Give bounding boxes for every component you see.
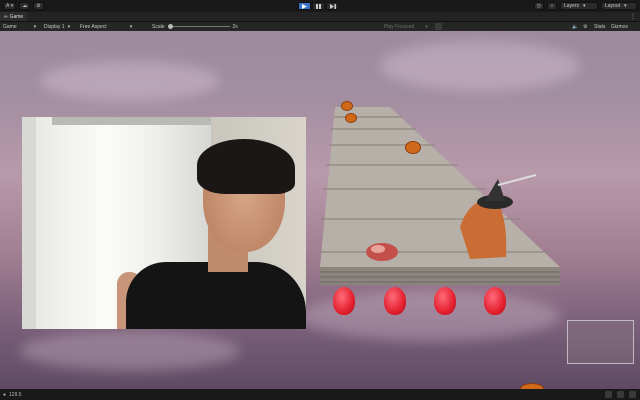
play-focus-label: Play Focused: [384, 23, 415, 30]
tab-game[interactable]: ∞ Game: [0, 12, 28, 21]
pumpkin: [341, 101, 353, 111]
person-shirt: [126, 262, 306, 329]
gizmos-button[interactable]: Gizmos: [611, 23, 628, 30]
more-icon[interactable]: ⋮: [630, 13, 636, 20]
settings-button[interactable]: ⚙: [583, 23, 587, 30]
scale-slider[interactable]: [167, 24, 230, 29]
scale-slider-handle[interactable]: [167, 24, 173, 29]
wooden-platform: [320, 107, 560, 285]
mode-dropdown[interactable]: Game ▾: [3, 23, 36, 30]
tab-game-label: Game: [9, 13, 24, 20]
heart-life: [434, 287, 456, 315]
frame-debugger-button[interactable]: [435, 23, 442, 30]
account-label: A: [6, 3, 10, 9]
step-icon: [329, 3, 336, 9]
scale-value: 2x: [232, 23, 238, 30]
pumpkin: [405, 141, 421, 154]
account-dropdown[interactable]: A ▾: [3, 2, 17, 10]
steak-fat: [371, 245, 385, 253]
chevron-down-icon: ▾: [129, 23, 133, 30]
services-button[interactable]: ⚙: [33, 2, 44, 10]
collab-icon[interactable]: [605, 391, 612, 398]
mode-label: Game: [3, 23, 17, 30]
game-toolbar: Game ▾ Display 1 ▾ Free Aspect ▾ Scale 2…: [0, 22, 640, 31]
play-focus-dropdown[interactable]: Play Focused ▾: [384, 23, 428, 30]
layout-dropdown[interactable]: Layout ▾: [601, 2, 637, 10]
status-bar: ● 129.5: [0, 389, 640, 400]
game-view[interactable]: [0, 31, 640, 389]
curtain-rail: [52, 117, 222, 125]
heart-life: [484, 287, 506, 315]
play-icon: [302, 3, 307, 9]
chevron-down-icon: ▾: [33, 23, 37, 30]
camera-preview: [567, 320, 634, 364]
heart-life: [384, 287, 406, 315]
cloud-icon: ☁: [22, 3, 28, 9]
playmode-controls: [298, 2, 339, 10]
fps-readout: 129.5: [9, 391, 22, 398]
display-label: Display 1: [44, 23, 65, 30]
person-hair: [197, 139, 295, 194]
frame-icon: [435, 23, 442, 30]
audio-icon: 🔈: [572, 23, 579, 30]
history-button[interactable]: ◷: [533, 2, 544, 10]
webcam-feed: [22, 117, 306, 329]
settings-icon: ⚙: [36, 3, 41, 9]
chevron-down-icon: ▾: [583, 3, 586, 9]
aspect-label: Free Aspect: [80, 23, 107, 30]
stats-label: Stats: [594, 23, 606, 30]
gizmos-label: Gizmos: [611, 23, 628, 30]
chevron-down-icon: ▾: [425, 23, 428, 30]
cloud: [40, 61, 220, 101]
audio-button[interactable]: 🔈: [572, 23, 578, 30]
history-icon: ◷: [536, 3, 541, 9]
search-button[interactable]: ⌕: [547, 2, 557, 10]
notifications-icon[interactable]: [629, 391, 636, 398]
search-icon: ⌕: [550, 3, 554, 9]
heart-life: [333, 287, 355, 315]
stats-button[interactable]: Stats: [594, 23, 605, 30]
platform-top: [320, 107, 560, 267]
chevron-down-icon: ▾: [624, 3, 627, 9]
cloud: [380, 41, 580, 91]
cloud-button[interactable]: ☁: [19, 2, 31, 10]
pumpkin: [345, 113, 357, 123]
display-dropdown[interactable]: Display 1 ▾: [44, 23, 70, 30]
chevron-down-icon: ▾: [67, 23, 71, 30]
info-icon: ●: [3, 391, 7, 398]
scale-control: Scale 2x: [152, 23, 238, 30]
debug-icon[interactable]: [617, 391, 624, 398]
game-icon: ∞: [4, 13, 8, 20]
settings-icon: ⚙: [583, 23, 588, 30]
layers-dropdown[interactable]: Layers ▾: [560, 2, 598, 10]
play-button[interactable]: [298, 2, 311, 10]
aspect-dropdown[interactable]: Free Aspect ▾: [80, 23, 132, 30]
pause-icon: [316, 3, 321, 9]
layers-label: Layers: [564, 3, 580, 9]
step-button[interactable]: [326, 2, 339, 10]
layout-label: Layout: [605, 3, 621, 9]
pause-button[interactable]: [312, 2, 325, 10]
tab-bar: ∞ Game ⋮: [0, 12, 640, 22]
scale-label: Scale: [152, 23, 165, 30]
cloud: [20, 331, 240, 371]
main-toolbar: A ▾ ☁ ⚙ ◷ ⌕ Layers ▾ Layout ▾: [0, 0, 640, 12]
